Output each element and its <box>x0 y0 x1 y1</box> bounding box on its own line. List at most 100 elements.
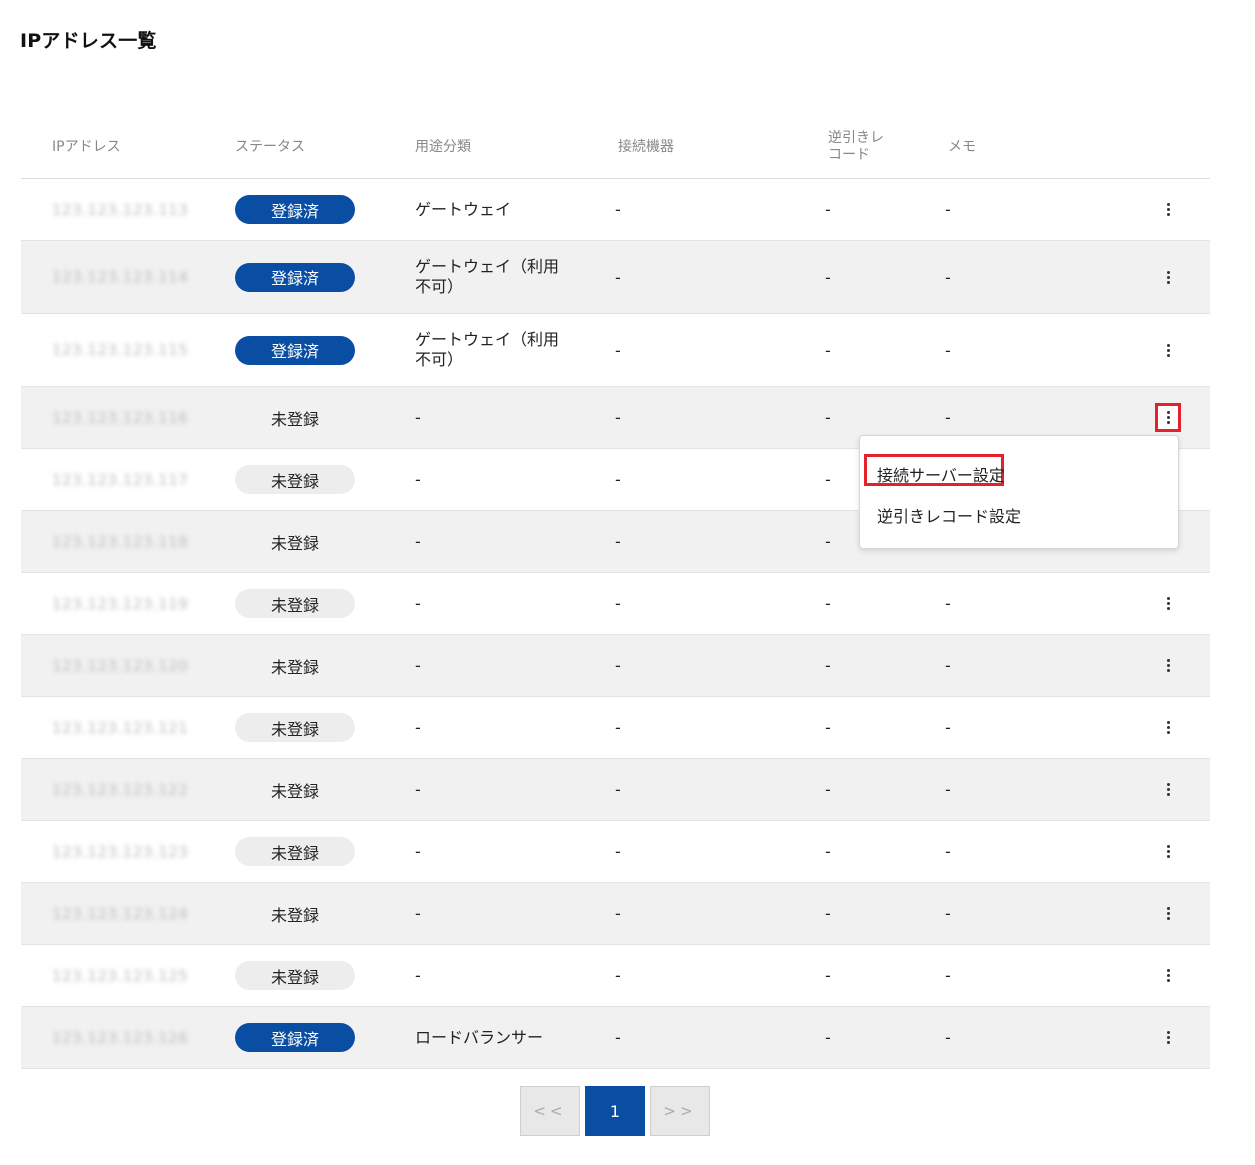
reverse-record-cell: - <box>825 200 831 219</box>
usage-cell: - <box>415 883 421 944</box>
kebab-menu-icon[interactable] <box>1156 265 1180 289</box>
ip-address-text: 123.123.123.121 <box>52 718 189 737</box>
ip-cell: 123.123.123.114 <box>52 241 188 313</box>
device-cell: - <box>615 904 621 923</box>
menu-item-reverse-record-settings[interactable]: 逆引きレコード設定 <box>877 503 1021 527</box>
usage-cell-line1: ロードバランサー <box>415 1027 544 1047</box>
memo-cell: - <box>945 842 951 861</box>
ip-cell: 123.123.123.113 <box>52 179 188 240</box>
reverse-record-cell: - <box>825 966 831 985</box>
status-badge: 登録済 <box>235 262 355 292</box>
table-body: 123.123.123.113 登録済 ゲートウェイ - - - 123.123… <box>21 179 1210 1069</box>
ip-cell: 123.123.123.126 <box>52 1007 188 1068</box>
ip-address-text: 123.123.123.114 <box>52 268 189 286</box>
usage-cell: ゲートウェイ <box>415 179 511 240</box>
usage-cell-line1: - <box>415 655 421 675</box>
memo-cell: - <box>945 200 951 219</box>
usage-cell-line2: 不可） <box>415 350 464 369</box>
status-cell: 未登録 <box>235 449 355 510</box>
usage-cell: - <box>415 635 421 696</box>
kebab-menu-icon[interactable] <box>1156 338 1180 362</box>
device-cell: - <box>615 780 621 799</box>
memo-cell: - <box>945 267 951 287</box>
ip-cell: 123.123.123.118 <box>52 511 188 572</box>
column-header-ip: IPアドレス <box>52 138 121 155</box>
status-cell: 未登録 <box>235 511 355 572</box>
usage-cell: - <box>415 759 421 820</box>
status-cell: 未登録 <box>235 883 355 944</box>
row-menu-cell <box>1155 697 1181 758</box>
reverse-record-cell: - <box>825 267 831 287</box>
kebab-menu-icon[interactable] <box>1156 654 1180 678</box>
memo-cell: - <box>945 594 951 613</box>
pagination-prev-button[interactable]: << <box>520 1086 580 1136</box>
ip-address-text: 123.123.123.115 <box>52 341 189 359</box>
reverse-record-cell: - <box>825 594 831 613</box>
device-cell: - <box>615 1028 621 1047</box>
table-row: 123.123.123.120 未登録 - - - - <box>21 635 1210 697</box>
status-badge: 未登録 <box>235 651 355 680</box>
ip-address-table: IPアドレス ステータス 用途分類 接続機器 逆引きレ コード メモ 123.1… <box>21 116 1210 1069</box>
kebab-menu-icon[interactable] <box>1156 902 1180 926</box>
kebab-menu-icon[interactable] <box>1156 592 1180 616</box>
table-row: 123.123.123.119 未登録 - - - - <box>21 573 1210 635</box>
kebab-menu-icon[interactable] <box>1156 716 1180 740</box>
kebab-menu-icon[interactable] <box>1156 198 1180 222</box>
reverse-record-cell: - <box>825 470 831 489</box>
reverse-record-cell: - <box>825 532 831 551</box>
kebab-menu-icon[interactable] <box>1156 778 1180 802</box>
pagination-page-button[interactable]: 1 <box>585 1086 645 1136</box>
table-row: 123.123.123.124 未登録 - - - - <box>21 883 1210 945</box>
column-header-reverse-line1: 逆引きレ <box>828 130 884 146</box>
usage-cell-line1: - <box>415 965 421 985</box>
ip-address-text: 123.123.123.117 <box>52 470 189 489</box>
kebab-menu-icon[interactable] <box>1156 840 1180 864</box>
table-row: 123.123.123.114 登録済 ゲートウェイ（利用 不可） - - - <box>21 241 1210 314</box>
status-cell: 未登録 <box>235 635 355 696</box>
usage-cell: - <box>415 573 421 634</box>
reverse-record-cell: - <box>825 904 831 923</box>
table-header: IPアドレス ステータス 用途分類 接続機器 逆引きレ コード メモ <box>21 116 1210 179</box>
reverse-record-cell: - <box>825 656 831 675</box>
device-cell: - <box>615 408 621 427</box>
reverse-record-cell: - <box>825 780 831 799</box>
usage-cell-line1: ゲートウェイ（利用 <box>415 257 560 276</box>
device-cell: - <box>615 656 621 675</box>
ip-address-text: 123.123.123.119 <box>52 594 189 613</box>
usage-cell: - <box>415 697 421 758</box>
status-cell: 未登録 <box>235 697 355 758</box>
pagination-next-button[interactable]: >> <box>650 1086 710 1136</box>
kebab-menu-icon[interactable] <box>1155 403 1181 432</box>
reverse-record-cell: - <box>825 842 831 861</box>
column-header-reverse-line2: コード <box>828 147 870 163</box>
status-cell: 未登録 <box>235 821 355 882</box>
reverse-record-cell: - <box>825 718 831 737</box>
ip-cell: 123.123.123.120 <box>52 635 188 696</box>
usage-cell: ゲートウェイ（利用 不可） <box>415 241 559 313</box>
reverse-record-cell: - <box>825 1028 831 1047</box>
column-header-memo: メモ <box>948 138 976 155</box>
usage-cell-line1: ゲートウェイ <box>415 199 512 219</box>
ip-cell: 123.123.123.116 <box>52 387 188 448</box>
usage-cell-line1: - <box>415 593 421 613</box>
usage-cell-line2: 不可） <box>415 277 464 296</box>
status-cell: 登録済 <box>235 179 355 240</box>
column-header-reverse: 逆引きレ コード <box>828 116 884 178</box>
memo-cell: - <box>945 780 951 799</box>
row-menu-cell <box>1155 573 1181 634</box>
kebab-menu-icon[interactable] <box>1156 964 1180 988</box>
table-row: 123.123.123.121 未登録 - - - - <box>21 697 1210 759</box>
status-badge: 登録済 <box>235 335 355 365</box>
device-cell: - <box>615 966 621 985</box>
table-row: 123.123.123.115 登録済 ゲートウェイ（利用 不可） - - - <box>21 314 1210 387</box>
device-cell: - <box>615 340 621 360</box>
device-cell: - <box>615 200 621 219</box>
ip-address-text: 123.123.123.125 <box>52 966 189 985</box>
memo-cell: - <box>945 1028 951 1047</box>
status-badge: 未登録 <box>235 899 355 928</box>
ip-cell: 123.123.123.115 <box>52 314 188 386</box>
usage-cell: - <box>415 511 421 572</box>
menu-item-connection-server-settings[interactable]: 接続サーバー設定 <box>877 462 1005 486</box>
kebab-menu-icon[interactable] <box>1156 1026 1180 1050</box>
device-cell: - <box>615 470 621 489</box>
